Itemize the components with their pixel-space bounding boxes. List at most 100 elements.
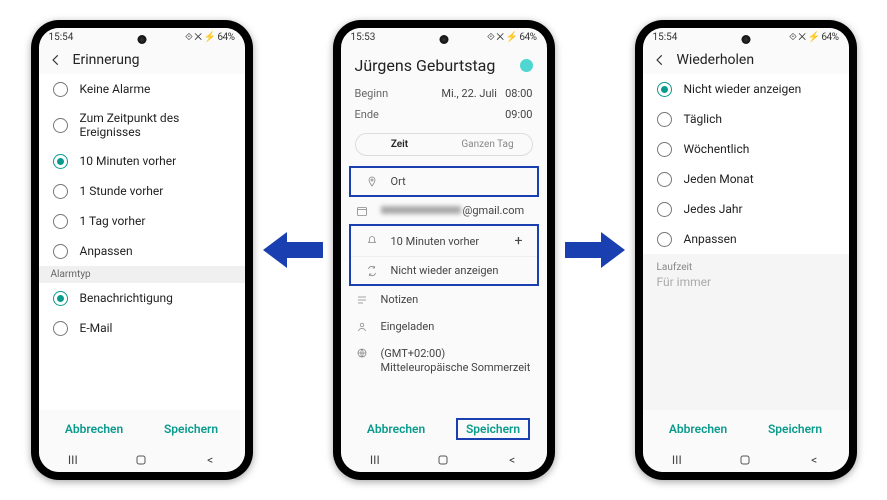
invited-row[interactable]: Eingeladen xyxy=(341,313,547,340)
save-button[interactable]: Speichern xyxy=(758,418,832,440)
start-datetime: Mi., 22. Juli 08:00 xyxy=(441,87,532,100)
footer-actions: Abbrechen Speichern xyxy=(341,410,547,448)
option-label: Keine Alarme xyxy=(80,82,151,96)
event-color-dot[interactable] xyxy=(520,59,533,72)
location-row[interactable]: Ort xyxy=(351,168,537,195)
nav-recents[interactable]: III xyxy=(65,453,81,467)
account-row[interactable]: @gmail.com xyxy=(341,197,547,224)
radio-icon xyxy=(657,202,672,217)
alarmtype-email[interactable]: E-Mail xyxy=(39,313,245,343)
nav-recents[interactable]: III xyxy=(669,453,685,467)
status-icons: ⟐ ✕ ⚡ 64% xyxy=(487,32,536,43)
location-icon xyxy=(365,176,379,188)
add-reminder-icon[interactable]: + xyxy=(515,233,523,249)
option-label: Jedes Jahr xyxy=(684,202,743,216)
location-label: Ort xyxy=(391,175,406,188)
status-icons: ⟐ ✕ ⚡ 64% xyxy=(789,32,838,43)
alarmtype-notification[interactable]: Benachrichtigung xyxy=(39,283,245,313)
radio-icon xyxy=(53,244,68,259)
end-time: 09:00 xyxy=(505,108,532,121)
option-custom[interactable]: Anpassen xyxy=(39,236,245,266)
globe-icon xyxy=(355,347,369,359)
status-time: 15:54 xyxy=(653,32,678,43)
status-time: 15:54 xyxy=(49,32,74,43)
option-label: Anpassen xyxy=(80,244,133,258)
option-daily[interactable]: Täglich xyxy=(643,104,849,134)
account-email: @gmail.com xyxy=(381,204,525,217)
person-icon xyxy=(355,321,369,333)
back-icon[interactable] xyxy=(49,53,63,67)
option-monthly[interactable]: Jeden Monat xyxy=(643,164,849,194)
nav-recents[interactable]: III xyxy=(367,453,383,467)
notes-row[interactable]: Notizen xyxy=(341,286,547,313)
time-allday-segment[interactable]: Zeit Ganzen Tag xyxy=(355,133,533,156)
statusbar: 15:54 ⟐ ✕ ⚡ 64% xyxy=(643,28,849,46)
cancel-button[interactable]: Abbrechen xyxy=(55,418,133,440)
repeat-row[interactable]: Nicht wieder anzeigen xyxy=(351,257,537,284)
cancel-button[interactable]: Abbrechen xyxy=(659,418,737,440)
radio-icon xyxy=(53,184,68,199)
repeat-icon xyxy=(365,265,379,277)
option-1day[interactable]: 1 Tag vorher xyxy=(39,206,245,236)
duration-block[interactable]: Laufzeit Für immer xyxy=(643,254,849,297)
option-no-repeat[interactable]: Nicht wieder anzeigen xyxy=(643,74,849,104)
footer-actions: Abbrechen Speichern xyxy=(39,410,245,448)
back-icon[interactable] xyxy=(653,53,667,67)
appbar-title: Wiederholen xyxy=(677,52,755,68)
option-label: E-Mail xyxy=(80,321,113,335)
timezone-row[interactable]: (GMT+02:00) Mitteleuropäische Sommerzeit xyxy=(341,340,547,383)
option-no-alarm[interactable]: Keine Alarme xyxy=(39,74,245,104)
option-label: Nicht wieder anzeigen xyxy=(684,82,802,96)
option-label: Zum Zeitpunkt des Ereignisses xyxy=(80,111,231,139)
nav-home[interactable] xyxy=(737,454,753,466)
statusbar: 15:53 ⟐ ✕ ⚡ 64% xyxy=(341,28,547,46)
end-row[interactable]: Ende 09:00 xyxy=(341,104,547,125)
option-label: 10 Minuten vorher xyxy=(80,154,177,168)
footer-actions: Abbrechen Speichern xyxy=(643,410,849,448)
radio-icon xyxy=(53,291,68,306)
status-icons: ⟐ ✕ ⚡ 64% xyxy=(185,32,234,43)
radio-icon xyxy=(657,232,672,247)
arrow-left-icon xyxy=(263,230,323,270)
nav-back[interactable]: < xyxy=(202,453,218,467)
option-10min[interactable]: 10 Minuten vorher xyxy=(39,146,245,176)
status-time: 15:53 xyxy=(351,32,376,43)
start-row[interactable]: Beginn Mi., 22. Juli 08:00 xyxy=(341,83,547,104)
nav-home[interactable] xyxy=(435,454,451,466)
reminder-row[interactable]: 10 Minuten vorher + xyxy=(351,226,537,256)
appbar-title: Erinnerung xyxy=(73,52,140,68)
appbar: Erinnerung xyxy=(39,46,245,74)
event-title[interactable]: Jürgens Geburtstag xyxy=(355,56,512,75)
android-navbar: III < xyxy=(39,448,245,472)
duration-value: Für immer xyxy=(657,275,835,289)
nav-back[interactable]: < xyxy=(504,453,520,467)
nav-home[interactable] xyxy=(133,454,149,466)
calendar-icon xyxy=(355,205,369,217)
reminder-options: Keine Alarme Zum Zeitpunkt des Ereigniss… xyxy=(39,74,245,410)
option-custom[interactable]: Anpassen xyxy=(643,224,849,254)
arrow-right-icon xyxy=(565,230,625,270)
option-label: Anpassen xyxy=(684,232,737,246)
empty-area xyxy=(643,297,849,410)
save-button[interactable]: Speichern xyxy=(456,418,530,440)
highlight-location: Ort xyxy=(349,166,539,197)
option-label: Jeden Monat xyxy=(684,172,754,186)
option-yearly[interactable]: Jedes Jahr xyxy=(643,194,849,224)
nav-back[interactable]: < xyxy=(806,453,822,467)
segment-allday[interactable]: Ganzen Tag xyxy=(444,134,532,155)
cancel-button[interactable]: Abbrechen xyxy=(357,418,435,440)
radio-icon xyxy=(53,214,68,229)
save-button[interactable]: Speichern xyxy=(154,418,228,440)
end-label: Ende xyxy=(355,108,379,121)
highlight-reminder-repeat: 10 Minuten vorher + Nicht wieder anzeige… xyxy=(349,224,539,286)
option-1hour[interactable]: 1 Stunde vorher xyxy=(39,176,245,206)
screen-center: 15:53 ⟐ ✕ ⚡ 64% Jürgens Geburtstag Begin… xyxy=(341,28,547,472)
option-label: 1 Tag vorher xyxy=(80,214,146,228)
section-alarmtype: Alarmtyp xyxy=(39,266,245,283)
option-weekly[interactable]: Wöchentlich xyxy=(643,134,849,164)
appbar: Wiederholen xyxy=(643,46,849,74)
phone-center: 15:53 ⟐ ✕ ⚡ 64% Jürgens Geburtstag Begin… xyxy=(333,20,555,480)
option-at-event[interactable]: Zum Zeitpunkt des Ereignisses xyxy=(39,104,245,146)
reminder-label: 10 Minuten vorher xyxy=(391,235,480,248)
segment-time[interactable]: Zeit xyxy=(356,134,444,155)
